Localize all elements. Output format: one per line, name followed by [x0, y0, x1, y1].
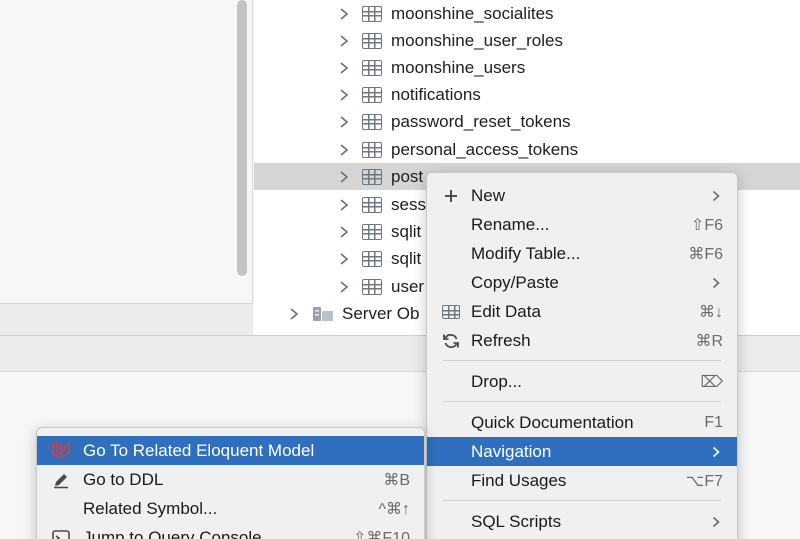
menu-item-quick-documentation[interactable]: Quick Documentation F1 — [427, 408, 737, 437]
table-icon — [362, 32, 382, 49]
navigation-submenu: Go To Related Eloquent Model Go to DDL ⌘… — [36, 427, 425, 539]
tree-node-table[interactable]: password_reset_tokens — [254, 108, 800, 135]
submenu-item-jump-to-query-console[interactable]: Jump to Query Console ⇧⌘F10 — [37, 523, 424, 539]
laravel-icon — [51, 441, 71, 461]
tree-node-table[interactable]: moonshine_socialites — [254, 0, 800, 27]
table-icon — [362, 141, 382, 158]
chevron-right-icon[interactable] — [336, 114, 352, 130]
pencil-icon — [51, 470, 71, 490]
submenu-item-go-to-related-eloquent-model[interactable]: Go To Related Eloquent Model — [37, 436, 424, 465]
tree-node-table[interactable]: moonshine_users — [254, 54, 800, 81]
chevron-right-icon[interactable] — [336, 33, 352, 49]
shortcut-label: ⌘B — [383, 471, 410, 489]
menu-separator — [443, 360, 721, 361]
shortcut-label: ⌘F6 — [688, 245, 723, 263]
chevron-right-icon[interactable] — [336, 87, 352, 103]
shortcut-label: ⌘↓ — [699, 303, 723, 321]
shortcut-label: ⇧⌘F10 — [353, 529, 410, 539]
menu-item-modify-table[interactable]: Modify Table... ⌘F6 — [427, 239, 737, 268]
table-icon — [362, 59, 382, 76]
tree-node-label: sess — [391, 194, 426, 214]
tree-node-table[interactable]: moonshine_user_roles — [254, 27, 800, 54]
table-icon — [362, 86, 382, 103]
submenu-arrow-icon — [711, 276, 721, 290]
table-icon — [362, 5, 382, 22]
menu-item-edit-data[interactable]: Edit Data ⌘↓ — [427, 297, 737, 326]
submenu-item-related-symbol[interactable]: Related Symbol... ^⌘↑ — [37, 494, 424, 523]
plus-icon — [441, 186, 461, 206]
tree-node-table[interactable]: notifications — [254, 81, 800, 108]
chevron-right-icon[interactable] — [336, 60, 352, 76]
submenu-arrow-icon — [711, 189, 721, 203]
tree-node-label: post — [391, 166, 424, 186]
menu-item-copy-paste[interactable]: Copy/Paste — [427, 268, 737, 297]
menu-item-find-usages[interactable]: Find Usages ⌥F7 — [427, 466, 737, 495]
menu-item-navigation[interactable]: Navigation — [427, 437, 737, 466]
table-icon — [362, 278, 382, 295]
chevron-right-icon[interactable] — [336, 251, 352, 267]
table-grid-icon — [441, 302, 461, 322]
table-icon — [362, 196, 382, 213]
tree-node-label: sqlit — [391, 248, 422, 268]
tree-node-label: notifications — [391, 84, 481, 104]
delete-key-icon: ⌦ — [700, 373, 723, 391]
shortcut-label: F1 — [704, 413, 723, 431]
refresh-icon — [441, 331, 461, 351]
shortcut-label: ^⌘↑ — [378, 500, 410, 518]
left-panel-scrollbar[interactable] — [237, 0, 247, 276]
left-panel — [0, 0, 253, 303]
server-objects-icon — [312, 304, 334, 324]
table-icon — [362, 113, 382, 130]
menu-item-sql-scripts[interactable]: SQL Scripts — [427, 507, 737, 536]
submenu-arrow-icon — [711, 515, 721, 529]
menu-item-new[interactable]: New — [427, 181, 737, 210]
context-menu: New Rename... ⇧F6 Modify Table... ⌘F6 Co… — [426, 172, 738, 539]
tree-node-label: password_reset_tokens — [391, 111, 571, 131]
shortcut-label: ⌘R — [695, 332, 723, 350]
tree-node-label: personal_access_tokens — [391, 139, 579, 159]
menu-separator — [443, 401, 721, 402]
tree-node-label: moonshine_socialites — [391, 3, 554, 23]
table-icon — [362, 168, 382, 185]
tree-node-label: moonshine_user_roles — [391, 30, 563, 50]
tree-node-label: moonshine_users — [391, 57, 526, 77]
left-panel-footer — [0, 303, 253, 335]
chevron-right-icon[interactable] — [336, 142, 352, 158]
chevron-right-icon[interactable] — [336, 224, 352, 240]
shortcut-label: ⌥F7 — [685, 472, 723, 490]
console-icon — [51, 528, 71, 539]
chevron-right-icon[interactable] — [336, 169, 352, 185]
tree-node-label: user — [391, 276, 425, 296]
chevron-right-icon[interactable] — [336, 197, 352, 213]
table-icon — [362, 223, 382, 240]
menu-item-drop[interactable]: Drop... ⌦ — [427, 367, 737, 396]
submenu-arrow-icon — [711, 445, 721, 459]
tree-node-label: sqlit — [391, 221, 422, 241]
table-icon — [362, 250, 382, 267]
chevron-right-icon[interactable] — [336, 279, 352, 295]
menu-item-refresh[interactable]: Refresh ⌘R — [427, 326, 737, 355]
chevron-right-icon[interactable] — [336, 6, 352, 22]
tree-node-label: Server Ob — [342, 303, 420, 323]
shortcut-label: ⇧F6 — [690, 216, 723, 234]
submenu-item-go-to-ddl[interactable]: Go to DDL ⌘B — [37, 465, 424, 494]
tree-node-table[interactable]: personal_access_tokens — [254, 136, 800, 163]
menu-separator — [443, 500, 721, 501]
menu-item-rename[interactable]: Rename... ⇧F6 — [427, 210, 737, 239]
chevron-right-icon[interactable] — [286, 306, 302, 322]
